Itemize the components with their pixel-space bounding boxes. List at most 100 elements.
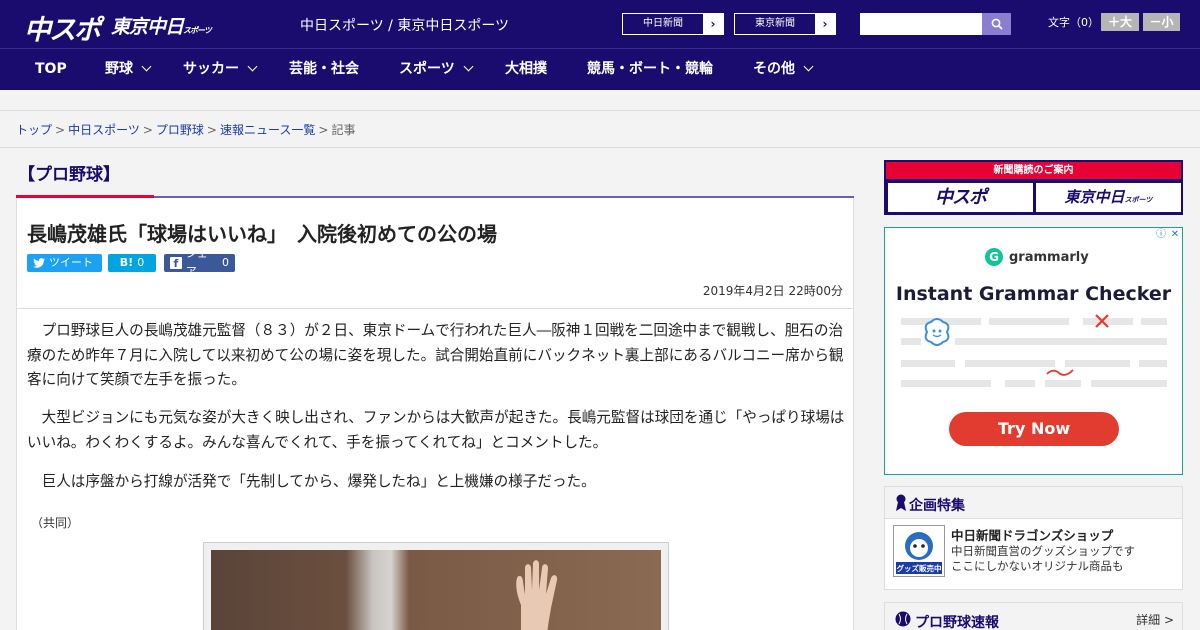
nav-item-other[interactable]: その他 [753,49,814,91]
subscription-tokyo-chunichi[interactable]: 東京中日スポーツ [1036,183,1181,212]
breadcrumb: トップ > 中日スポーツ > プロ野球 > 速報ニュース一覧 > 記事 [16,121,355,138]
pro-baseball-news-box: プロ野球速報 詳細 > [884,602,1183,630]
waving-hand-image [516,560,558,630]
article-paragraph: 大型ビジョンにも元気な姿が大きく映し出され、ファンからは大歓声が起きた。長嶋元監… [27,409,845,451]
subscription-header: 新聞購読のご案内 [886,162,1181,179]
chevron-down-icon [803,61,814,72]
top-header: 中スポ 東京中日スポーツ 中日スポーツ / 東京中日スポーツ 中日新聞 › 東京… [0,0,1200,48]
ad-cta-button[interactable]: Try Now [949,412,1119,446]
pro-baseball-news-header: プロ野球速報 詳細 > [885,603,1182,630]
nav-label: サッカー [183,61,239,77]
subscription-banner[interactable]: 新聞購読のご案内 中スポ 東京中日スポーツ [884,160,1183,215]
nav-item-soccer[interactable]: サッカー [183,49,258,91]
article-card: 長嶋茂雄氏「球場はいいね」 入院後初めての公の場 ツイート B! 0 f シェア… [16,198,854,630]
nav-label: 競馬・ボート・競輪 [587,61,713,77]
baseball-icon [895,611,911,627]
logo-tokyo-text: 東京中日 [111,16,184,38]
logo-tokyo-small: スポーツ [183,26,212,35]
ad-tag: ⓘ ✕ [1154,228,1182,242]
tokyo-shimbun-link[interactable]: 東京新聞 › [734,13,836,35]
nav-item-sumo[interactable]: 大相撲 [505,49,547,91]
ad-text-line [1139,360,1167,367]
features-header: 企画特集 [885,487,1182,519]
nav-item-baseball[interactable]: 野球 [105,49,152,91]
article-paragraph: 巨人は序盤から打線が活発で「先制してから、爆発したね」と上機嫌の様子だった。 [41,473,596,490]
chevron-right-icon: › [815,14,835,34]
tweet-button[interactable]: ツイート [27,254,102,272]
ad-text-line [1091,380,1167,387]
breadcrumb-top[interactable]: トップ [16,123,52,137]
article-photo-frame [203,542,669,630]
font-size-label: 文字（0） [1048,16,1099,29]
article-paragraph: プロ野球巨人の長嶋茂雄元監督（８３）が２日、東京ドームで行われた巨人―阪神１回戦… [27,322,844,388]
ad-title: Instant Grammar Checker [895,283,1172,305]
ad-close-icon[interactable]: ✕ [1168,228,1182,242]
facebook-share-label: シェア [185,247,208,278]
breadcrumb-pro-baseball[interactable]: プロ野球 [156,123,204,137]
article-photo[interactable] [211,550,661,630]
main-nav: TOP 野球 サッカー 芸能・社会 スポーツ 大相撲 競馬・ボート・競輪 その他 [0,48,1200,90]
facebook-share-button[interactable]: f シェア 0 [164,247,235,278]
search-icon [991,18,1003,30]
font-smaller-button[interactable]: －小 [1143,13,1180,31]
font-bigger-button[interactable]: ＋大 [1101,13,1139,31]
hatena-bookmark-button[interactable]: B! 0 [108,254,156,272]
link-label: 東京新聞 [755,18,795,29]
subscription-tokyo-small: スポーツ [1124,196,1153,204]
article-date: 2019年4月2日 22時00分 [702,284,843,298]
grammarly-ad[interactable]: ⓘ ✕ G grammarly Instant Grammar Checker … [884,227,1183,475]
chunichi-shimbun-link[interactable]: 中日新聞 › [622,13,724,35]
breadcrumb-news-list[interactable]: 速報ニュース一覧 [220,123,315,137]
ad-text-line [901,338,921,345]
breadcrumb-separator: > [142,123,153,137]
nav-item-sports[interactable]: スポーツ [399,49,474,91]
nav-label: 野球 [105,61,133,77]
nav-item-keiba[interactable]: 競馬・ボート・競輪 [587,49,713,91]
breadcrumb-separator: > [206,123,217,137]
article-divider [17,308,853,309]
dragons-shop-desc: 中日新聞直営のグッズショップです ここにしかないオリジナル商品も [951,544,1135,574]
nav-item-entertainment[interactable]: 芸能・社会 [289,49,359,91]
breadcrumb-current: 記事 [331,123,356,137]
grammarly-logo: G grammarly [985,248,1089,266]
article-category: 【プロ野球】 [18,165,120,185]
error-squiggle-icon [1046,369,1074,376]
grammarly-icon: G [985,248,1003,266]
logo-tokyo-chunichi[interactable]: 東京中日スポーツ [111,12,212,39]
subscription-chuspo[interactable]: 中スポ [888,183,1033,212]
article-headline: 長嶋茂雄氏「球場はいいね」 入院後初めての公の場 [27,222,497,246]
grammarly-brand: grammarly [1009,249,1089,265]
search-input[interactable] [860,13,982,35]
search-button[interactable] [982,13,1011,35]
nav-label: スポーツ [399,61,455,77]
chevron-down-icon [247,61,258,72]
twitter-icon [33,258,45,268]
goods-badge: グッズ販売中 [896,564,942,573]
features-box: 企画特集 グッズ販売中 中日新聞ドラゴンズショップ 中日新聞直営のグッズショップ… [884,486,1183,590]
ad-text-line [901,360,955,367]
grammarly-mascot-icon [924,318,950,346]
breadcrumb-separator: > [318,123,329,137]
logo-chuspo[interactable]: 中スポ [24,8,101,47]
shop-desc-line: 中日新聞直営のグッズショップです [951,544,1135,558]
breadcrumb-chunichi-sports[interactable]: 中日スポーツ [68,123,140,137]
chevron-right-icon: › [703,14,723,34]
nav-label: TOP [35,61,67,77]
nav-label: その他 [753,61,795,77]
dragons-shop-image[interactable]: グッズ販売中 [893,525,945,577]
tweet-label: ツイート [49,256,93,269]
chevron-down-icon [141,61,152,72]
nav-label: 芸能・社会 [289,61,359,77]
article-credit: （共同） [31,516,80,530]
facebook-share-count: 0 [222,256,229,269]
site-names: 中日スポーツ / 東京中日スポーツ [300,18,510,34]
features-title: 企画特集 [909,498,965,514]
pro-baseball-news-title: プロ野球速報 [915,615,999,630]
ad-text-line [901,380,991,387]
nav-item-top[interactable]: TOP [35,49,67,91]
subscription-tokyo-text: 東京中日 [1064,188,1125,206]
hatena-count: 0 [137,256,145,269]
dragons-shop-title[interactable]: 中日新聞ドラゴンズショップ [951,525,1113,544]
pro-baseball-news-more-link[interactable]: 詳細 > [1136,611,1174,628]
ad-info-icon[interactable]: ⓘ [1154,228,1168,242]
